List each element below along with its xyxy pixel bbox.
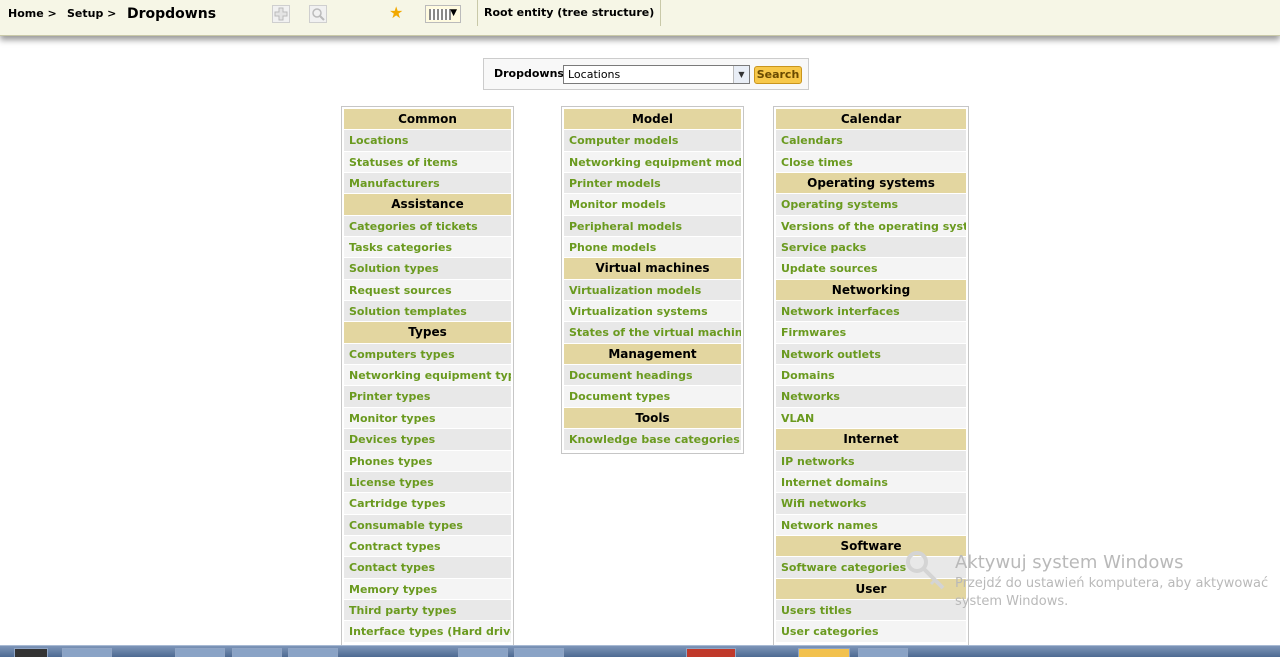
taskbar-item-active[interactable] xyxy=(798,648,850,657)
dropdown-link[interactable]: States of the virtual machine xyxy=(564,322,741,344)
dropdown-link[interactable]: IP networks xyxy=(776,450,966,472)
dropdown-link[interactable]: Peripheral models xyxy=(564,215,741,238)
dropdown-link[interactable]: Document types xyxy=(564,386,741,408)
top-bar: Home > Setup > Dropdowns ★ ▼ Root entity… xyxy=(0,0,1280,36)
dropdown-link[interactable]: Knowledge base categories xyxy=(564,429,741,451)
dropdown-link[interactable]: Virtualization systems xyxy=(564,301,741,323)
dropdown-table-column-1: Common Locations Statuses of items Manufact… xyxy=(341,106,514,646)
dropdown-link[interactable]: Firmwares xyxy=(776,322,966,344)
taskbar-item[interactable] xyxy=(458,648,508,657)
breadcrumb-setup[interactable]: Setup > xyxy=(67,7,116,20)
section-header: Networking xyxy=(776,279,966,302)
dropdown-link[interactable]: Internet domains xyxy=(776,471,966,494)
dropdown-link[interactable]: Contact types xyxy=(344,557,511,579)
star-icon[interactable]: ★ xyxy=(389,4,403,22)
columns-strip xyxy=(429,9,451,20)
search-icon[interactable] xyxy=(309,5,327,23)
taskbar-item[interactable] xyxy=(288,648,338,657)
dropdown-link[interactable]: User categories xyxy=(776,621,966,643)
dropdown-link[interactable]: Update sources xyxy=(776,258,966,280)
taskbar-item[interactable] xyxy=(514,648,564,657)
dropdown-link[interactable]: VLAN xyxy=(776,407,966,430)
section-header: Virtual machines xyxy=(564,258,741,280)
taskbar-item[interactable] xyxy=(62,648,112,657)
section-header: Types xyxy=(344,322,511,344)
taskbar-start-button[interactable] xyxy=(14,648,48,657)
watermark-line-2: system Windows. xyxy=(955,594,1069,609)
dropdown-link[interactable]: Solution templates xyxy=(344,301,511,323)
dropdown-link[interactable]: Consumable types xyxy=(344,514,511,536)
dropdown-search-label: Dropdowns xyxy=(494,67,564,80)
dropdown-link[interactable]: Domains xyxy=(776,365,966,387)
dropdown-link[interactable]: Computer models xyxy=(564,130,741,152)
windows-activation-watermark: Aktywuj system Windows Przejdź do ustawi… xyxy=(955,552,1268,609)
dropdown-link[interactable]: Request sources xyxy=(344,279,511,302)
section-header: Internet xyxy=(776,429,966,451)
watermark-title: Aktywuj system Windows xyxy=(955,552,1184,573)
dropdown-link[interactable]: Networking equipment types xyxy=(344,365,511,387)
dropdown-link[interactable]: Statuses of items xyxy=(344,151,511,174)
columns-icon[interactable]: ▼ xyxy=(425,5,461,23)
breadcrumb-home[interactable]: Home > xyxy=(8,7,57,20)
dropdown-link[interactable]: Interface types (Hard drive...) xyxy=(344,621,511,643)
dropdown-link[interactable]: Monitor models xyxy=(564,194,741,216)
dropdown-link[interactable]: Versions of the operating system xyxy=(776,215,966,238)
dropdown-link[interactable]: Network names xyxy=(776,514,966,536)
watermark-line-1: Przejdź do ustawień komputera, aby aktyw… xyxy=(955,576,1269,591)
dropdown-link[interactable]: Solution types xyxy=(344,258,511,280)
dropdown-link[interactable]: Network outlets xyxy=(776,343,966,366)
dropdown-search-form: Dropdowns Locations ▼ Search xyxy=(483,58,809,90)
dropdown-link[interactable]: Monitor types xyxy=(344,407,511,430)
dropdown-link[interactable]: Phones types xyxy=(344,450,511,472)
section-header: Model xyxy=(564,109,741,131)
taskbar-item[interactable] xyxy=(175,648,225,657)
section-header: Assistance xyxy=(344,194,511,216)
search-button[interactable]: Search xyxy=(754,66,802,84)
dropdown-link[interactable]: Manufacturers xyxy=(344,173,511,195)
dropdown-link[interactable]: Printer models xyxy=(564,173,741,195)
dropdown-link[interactable]: Service packs xyxy=(776,237,966,259)
key-icon xyxy=(906,551,945,590)
page-title: Dropdowns xyxy=(127,6,217,22)
dropdown-link[interactable]: Networking equipment models xyxy=(564,151,741,174)
root-entity-label[interactable]: Root entity (tree structure) xyxy=(477,0,662,26)
taskbar-item[interactable] xyxy=(858,648,908,657)
section-header: Calendar xyxy=(776,109,966,131)
dropdown-link[interactable]: Contract types xyxy=(344,535,511,558)
dropdown-link[interactable]: Printer types xyxy=(344,386,511,408)
dropdown-link[interactable]: Categories of tickets xyxy=(344,215,511,238)
dropdown-link[interactable]: Close times xyxy=(776,151,966,174)
dropdown-link[interactable]: Devices types xyxy=(344,429,511,451)
dropdown-table-column-2: Model Computer models Networking equipment… xyxy=(561,106,744,454)
dropdown-select-value: Locations xyxy=(568,68,621,81)
dropdown-link[interactable]: Document headings xyxy=(564,365,741,387)
dropdown-link[interactable]: Calendars xyxy=(776,130,966,152)
dropdown-link[interactable]: Cartridge types xyxy=(344,493,511,515)
section-header: Tools xyxy=(564,407,741,430)
dropdown-link[interactable]: Network interfaces xyxy=(776,301,966,323)
dropdown-link[interactable]: License types xyxy=(344,471,511,494)
dropdown-link[interactable]: Memory types xyxy=(344,578,511,600)
dropdown-link[interactable]: Users titles xyxy=(776,599,966,622)
taskbar xyxy=(0,645,1280,657)
dropdown-link[interactable]: Computers types xyxy=(344,343,511,366)
dropdown-select[interactable]: Locations ▼ xyxy=(563,65,750,84)
dropdown-link[interactable]: Phone models xyxy=(564,237,741,259)
dropdown-link[interactable]: Operating systems xyxy=(776,194,966,216)
taskbar-item[interactable] xyxy=(232,648,282,657)
dropdown-link[interactable]: Wifi networks xyxy=(776,493,966,515)
section-header: Operating systems xyxy=(776,173,966,195)
dropdown-link[interactable]: Virtualization models xyxy=(564,279,741,302)
chevron-down-icon: ▼ xyxy=(450,8,457,18)
dropdown-link[interactable]: Networks xyxy=(776,386,966,408)
add-icon[interactable] xyxy=(272,5,290,23)
dropdown-link[interactable]: Tasks categories xyxy=(344,237,511,259)
section-header: Common xyxy=(344,109,511,131)
dropdown-link[interactable]: Third party types xyxy=(344,599,511,622)
chevron-down-icon[interactable]: ▼ xyxy=(733,66,749,83)
taskbar-item[interactable] xyxy=(686,648,736,657)
dropdown-link[interactable]: Locations xyxy=(344,130,511,152)
section-header: Management xyxy=(564,343,741,366)
